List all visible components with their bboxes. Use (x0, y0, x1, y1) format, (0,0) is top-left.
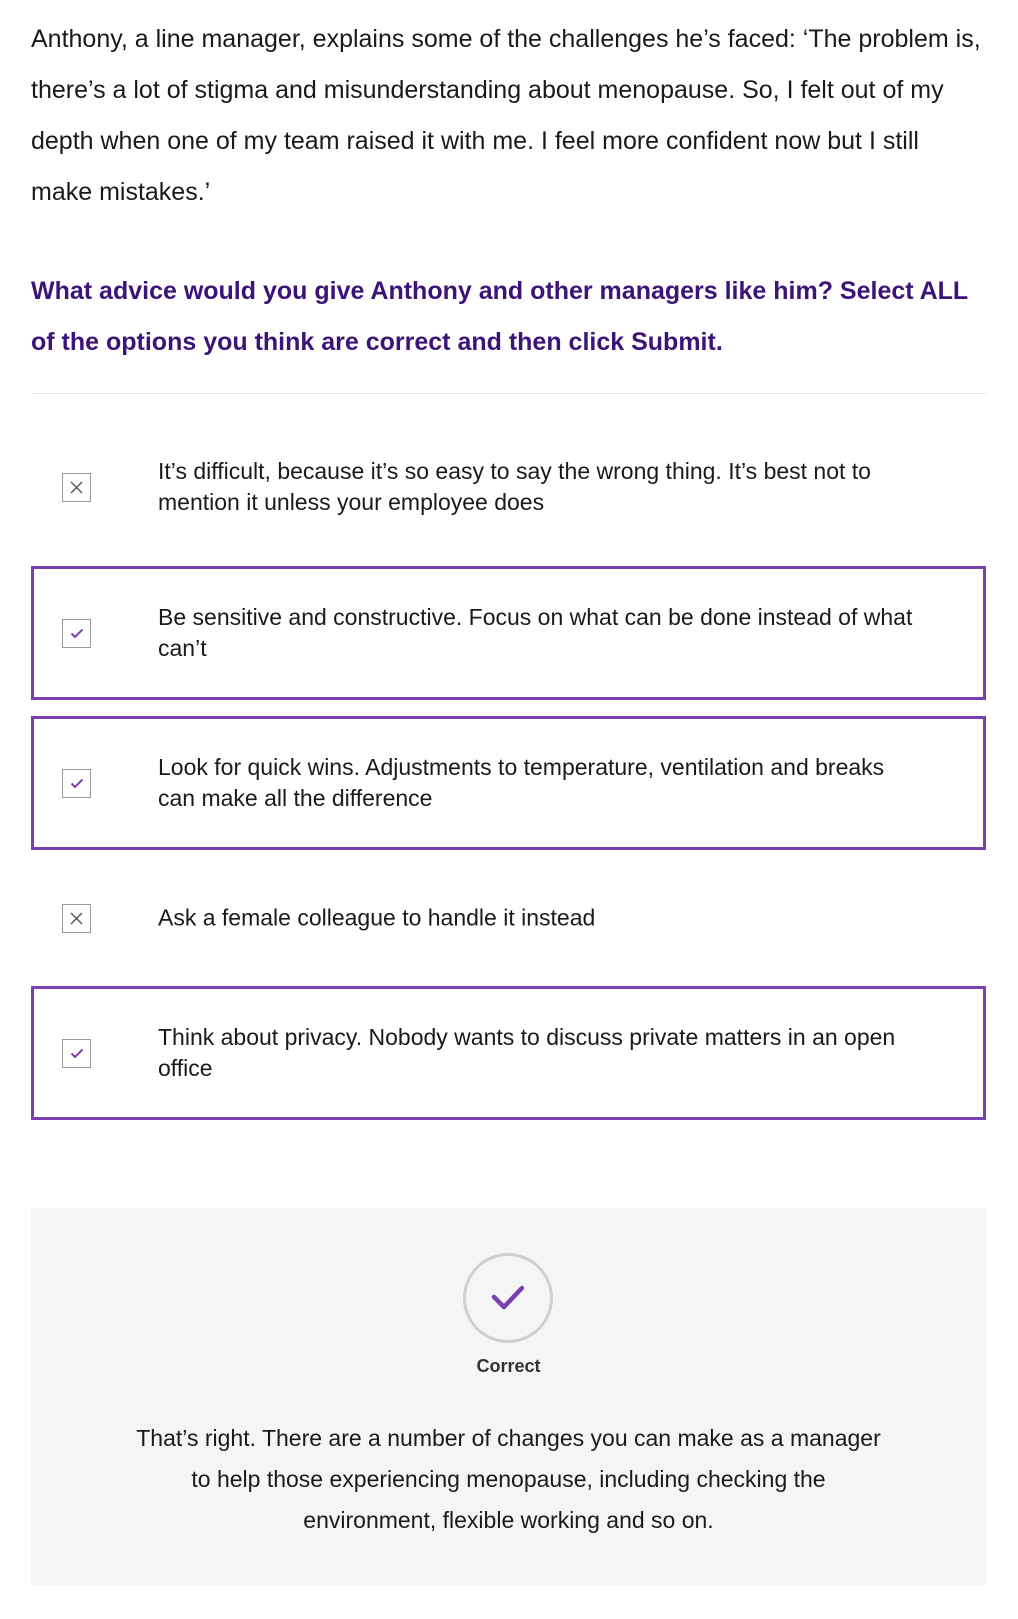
divider (31, 393, 986, 394)
feedback-text: That’s right. There are a number of chan… (136, 1425, 881, 1533)
option-label: It’s difficult, because it’s so easy to … (158, 458, 871, 515)
feedback-status: Correct (476, 1356, 541, 1376)
check-icon (463, 1253, 553, 1343)
option-label: Think about privacy. Nobody wants to dis… (158, 1024, 896, 1081)
option-label: Ask a female colleague to handle it inst… (158, 904, 596, 931)
checkbox-check-icon[interactable] (62, 769, 91, 798)
option-label: Look for quick wins. Adjustments to temp… (158, 754, 885, 811)
option-label: Be sensitive and constructive. Focus on … (158, 604, 913, 661)
option-5[interactable]: Think about privacy. Nobody wants to dis… (31, 986, 986, 1120)
option-4[interactable]: Ask a female colleague to handle it inst… (31, 851, 986, 985)
quiz-page: Anthony, a line manager, explains some o… (0, 0, 1018, 1619)
checkbox-cross-icon[interactable] (62, 473, 91, 502)
checkbox-cross-icon[interactable] (62, 904, 91, 933)
intro-text: Anthony, a line manager, explains some o… (31, 25, 981, 206)
option-2[interactable]: Be sensitive and constructive. Focus on … (31, 566, 986, 700)
option-3[interactable]: Look for quick wins. Adjustments to temp… (31, 716, 986, 850)
option-1[interactable]: It’s difficult, because it’s so easy to … (31, 420, 986, 554)
checkbox-check-icon[interactable] (62, 619, 91, 648)
feedback-panel: Correct That’s right. There are a number… (31, 1208, 986, 1585)
checkbox-check-icon[interactable] (62, 1039, 91, 1068)
question-prompt: What advice would you give Anthony and o… (31, 277, 968, 356)
